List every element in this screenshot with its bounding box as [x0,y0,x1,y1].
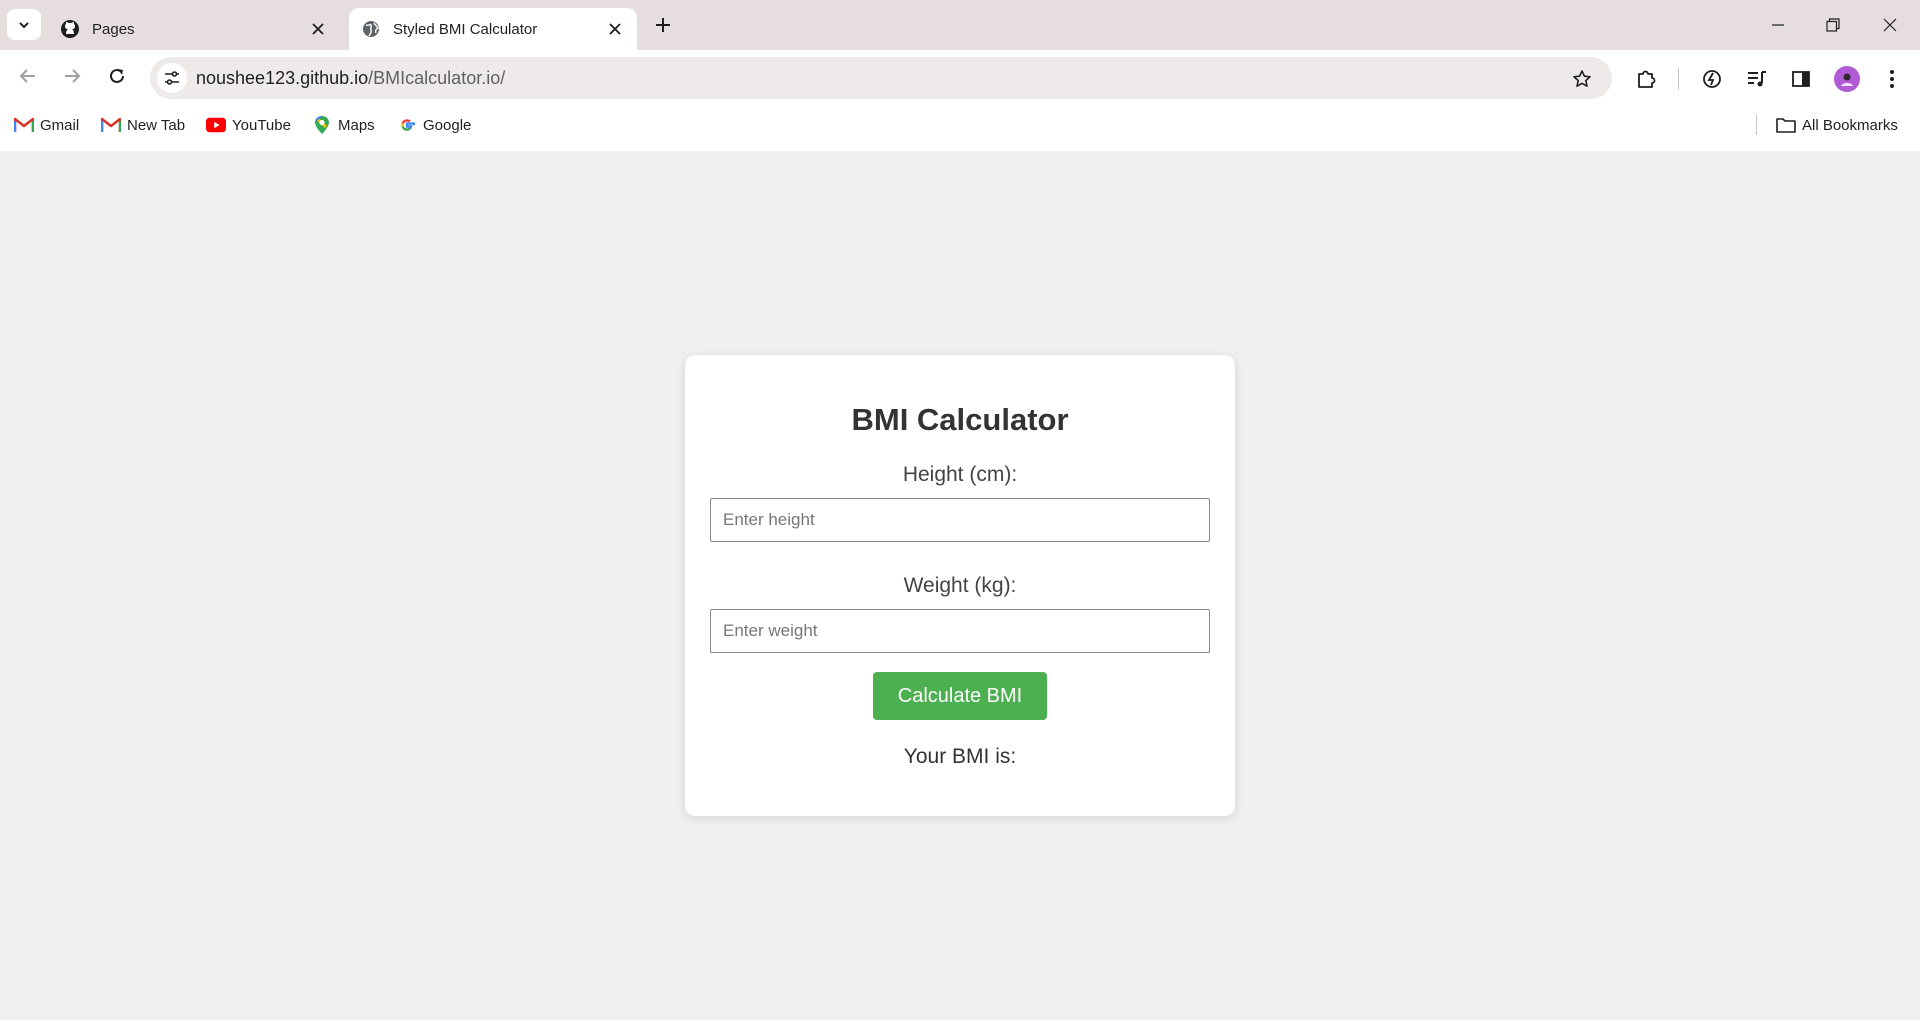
restore-icon [1826,18,1840,32]
speed-icon [1703,70,1721,88]
media-control-button[interactable] [1741,63,1773,95]
url-path: /BMIcalculator.io/ [368,68,506,88]
weight-label: Weight (kg): [903,574,1017,597]
folder-icon [1776,116,1796,134]
tab-bmi-calculator[interactable]: Styled BMI Calculator [349,8,637,50]
url-text[interactable]: noushee123.github.io/BMIcalculator.io/ [196,68,505,89]
playlist-icon [1748,71,1766,87]
new-tab-button[interactable] [649,11,677,39]
tab-search-button[interactable] [7,9,41,40]
back-button[interactable] [12,60,44,92]
globe-icon [361,19,381,39]
tune-icon [165,71,179,85]
bookmark-gmail[interactable]: Gmail [14,113,79,137]
browser-menu-button[interactable] [1876,63,1908,95]
gmail-icon [14,116,34,134]
all-bookmarks-button[interactable]: All Bookmarks [1776,113,1898,137]
bookmark-google[interactable]: Google [397,113,471,137]
gmail-icon [101,116,121,134]
bookmark-label: New Tab [127,116,186,134]
bookmark-youtube[interactable]: YouTube [206,113,291,137]
performance-button[interactable] [1696,63,1728,95]
bookmark-label: Gmail [40,116,80,134]
reload-button[interactable] [101,60,133,92]
star-icon [1573,70,1591,87]
side-panel-icon [1792,71,1810,87]
puzzle-icon [1638,70,1656,88]
profile-avatar[interactable] [1834,66,1860,92]
youtube-icon [206,116,226,134]
arrow-right-icon [65,69,81,83]
weight-input[interactable] [710,609,1210,653]
maps-pin-icon [312,116,332,134]
tab-title: Styled BMI Calculator [393,20,538,38]
github-icon [60,19,80,39]
more-vert-icon [1890,70,1894,88]
profile-icon [1841,73,1853,86]
chevron-down-icon [19,21,29,28]
close-tab-icon[interactable] [306,17,330,41]
close-window-button[interactable] [1872,8,1908,42]
bookmark-new-tab[interactable]: New Tab [101,113,185,137]
page-title: BMI Calculator [851,402,1069,437]
bookmarks-divider [1756,115,1757,135]
bookmark-label: Google [423,116,472,134]
close-icon [1883,18,1897,32]
height-input[interactable] [710,498,1210,542]
google-icon [397,116,417,134]
minimize-icon [1772,24,1784,26]
url-host: noushee123.github.io [196,68,369,88]
all-bookmarks-label: All Bookmarks [1802,116,1898,134]
site-info-button[interactable] [157,63,187,93]
arrow-left-icon [19,69,35,83]
bookmark-maps[interactable]: Maps [312,113,375,137]
restore-button[interactable] [1815,8,1851,42]
reload-icon [110,68,124,83]
close-tab-icon[interactable] [603,17,627,41]
tab-title: Pages [92,20,135,38]
side-panel-button[interactable] [1785,63,1817,95]
bookmark-label: YouTube [232,116,291,134]
height-label: Height (cm): [902,463,1018,486]
toolbar-divider [1678,68,1679,90]
bookmark-label: Maps [338,116,375,134]
bmi-result: Your BMI is: [903,745,1017,768]
forward-button[interactable] [56,60,88,92]
bookmark-star-button[interactable] [1568,65,1596,93]
minimize-button[interactable] [1760,8,1796,42]
tab-pages[interactable]: Pages [48,8,340,50]
plus-icon [656,18,670,32]
extensions-button[interactable] [1630,63,1662,95]
calculate-bmi-button[interactable]: Calculate BMI [873,672,1047,720]
